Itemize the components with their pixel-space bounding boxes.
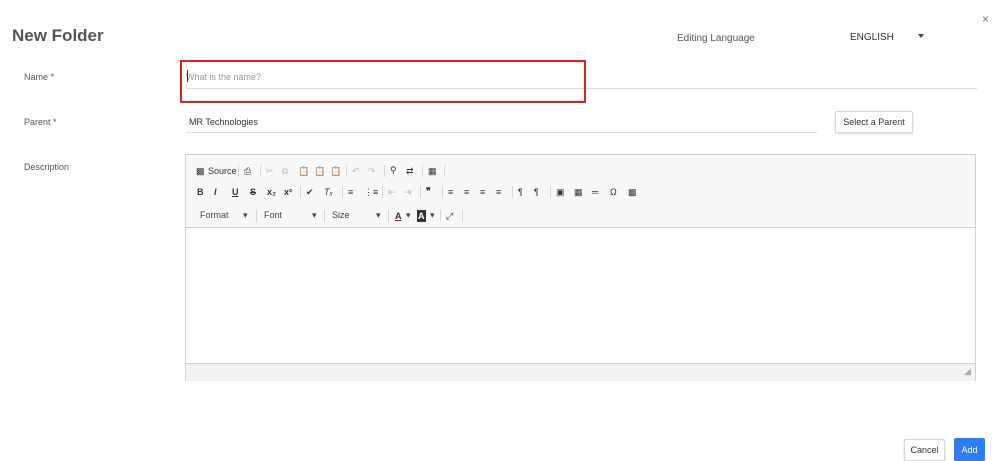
bg-color-button[interactable]: A: [417, 210, 426, 222]
paste-text-icon[interactable]: 📋: [314, 165, 325, 177]
blockquote-icon[interactable]: ❞: [426, 185, 431, 197]
strike-button[interactable]: S: [250, 186, 256, 198]
toolbar-separator: [512, 186, 513, 198]
toolbar-separator: [342, 186, 343, 198]
superscript-button[interactable]: x²: [284, 186, 292, 198]
dialog-title: New Folder: [12, 26, 104, 45]
highlight-box: [180, 60, 586, 103]
editing-language-label: Editing Language: [677, 33, 755, 44]
cancel-button[interactable]: Cancel: [904, 439, 945, 461]
align-center-icon[interactable]: ≡: [464, 186, 469, 198]
print-icon[interactable]: ⎙: [244, 165, 251, 177]
indent-icon[interactable]: ⇥: [404, 186, 412, 198]
bulleted-list-icon[interactable]: ⋮≡: [364, 186, 378, 198]
select-parent-button[interactable]: Select a Parent: [835, 111, 913, 133]
chevron-down-icon[interactable]: ▾: [406, 210, 411, 221]
horizontal-line-icon[interactable]: ═: [592, 186, 598, 198]
chevron-down-icon[interactable]: ▾: [376, 210, 381, 221]
redo-icon[interactable]: ↷: [368, 165, 376, 177]
parent-field[interactable]: MR Technologies: [189, 117, 258, 127]
name-label: Name *: [24, 72, 55, 82]
copy-icon[interactable]: ⧉: [282, 165, 288, 177]
align-right-icon[interactable]: ≡: [480, 186, 485, 198]
toolbar-separator: [550, 186, 551, 198]
special-char-icon[interactable]: Ω: [610, 186, 617, 198]
toolbar-separator: [382, 186, 383, 198]
toolbar-separator: [300, 186, 301, 198]
toolbar-separator: [260, 165, 261, 177]
remove-format-icon[interactable]: Tₓ: [324, 186, 333, 198]
cut-icon[interactable]: ✂: [266, 165, 274, 177]
toolbar-separator: [442, 186, 443, 198]
close-icon[interactable]: ×: [982, 12, 989, 26]
ltr-icon[interactable]: ¶: [518, 186, 523, 198]
replace-icon[interactable]: ⇄: [406, 165, 414, 177]
language-value: ENGLISH: [850, 32, 894, 43]
editor-content-area[interactable]: [186, 228, 975, 363]
editor-statusbar: [186, 363, 975, 381]
outdent-icon[interactable]: ⇤: [388, 186, 396, 198]
size-combo[interactable]: Size: [332, 210, 350, 220]
toolbar-separator: [324, 210, 325, 222]
source-icon[interactable]: ▩: [196, 165, 205, 177]
rtl-icon[interactable]: ¶: [534, 186, 539, 198]
underline-button[interactable]: U: [232, 186, 239, 198]
toolbar-separator: [422, 165, 423, 177]
font-combo[interactable]: Font: [264, 210, 282, 220]
chevron-down-icon[interactable]: ▾: [312, 210, 317, 221]
toolbar-separator: [388, 210, 389, 222]
justify-icon[interactable]: ≡: [496, 186, 501, 198]
subscript-button[interactable]: x₂: [267, 186, 276, 198]
embed-icon[interactable]: ▩: [628, 186, 637, 198]
text-color-button[interactable]: A: [395, 210, 402, 222]
toolbar-separator: [256, 210, 257, 222]
parent-underline: [186, 132, 817, 133]
table-icon[interactable]: ▦: [574, 186, 583, 198]
chevron-down-icon[interactable]: ▾: [243, 210, 248, 221]
resize-handle-icon[interactable]: ◢: [964, 366, 971, 377]
chevron-down-icon[interactable]: ▾: [430, 210, 435, 221]
toolbar-separator: [444, 165, 445, 177]
source-button[interactable]: Source: [208, 165, 237, 177]
paste-word-icon[interactable]: 📋: [330, 165, 341, 177]
toolbar-separator: [462, 210, 463, 222]
align-left-icon[interactable]: ≡: [448, 186, 453, 198]
toolbar-separator: [440, 210, 441, 222]
toolbar-separator: [238, 165, 239, 177]
undo-icon[interactable]: ↶: [352, 165, 360, 177]
editor-toolbar: ▩ Source ⎙ ✂ ⧉ 📋 📋 📋 ↶ ↷ ⚲ ⇄ ▦ B I U S x…: [186, 155, 975, 228]
find-icon[interactable]: ⚲: [390, 164, 397, 176]
select-all-icon[interactable]: ▦: [428, 165, 437, 177]
chevron-down-icon: [918, 34, 924, 38]
parent-label: Parent *: [24, 117, 57, 127]
bold-button[interactable]: B: [197, 186, 204, 198]
italic-button[interactable]: I: [214, 186, 217, 198]
copy-format-icon[interactable]: ✔: [306, 186, 314, 198]
toolbar-separator: [384, 165, 385, 177]
image-icon[interactable]: ▣: [556, 186, 565, 198]
maximize-icon[interactable]: ⤢: [446, 210, 453, 222]
toolbar-separator: [346, 165, 347, 177]
format-combo[interactable]: Format: [200, 210, 229, 220]
toolbar-separator: [420, 186, 421, 198]
paste-icon[interactable]: 📋: [298, 165, 309, 177]
description-label: Description: [24, 162, 70, 172]
numbered-list-icon[interactable]: ≡: [348, 186, 353, 198]
add-button[interactable]: Add: [954, 438, 985, 461]
